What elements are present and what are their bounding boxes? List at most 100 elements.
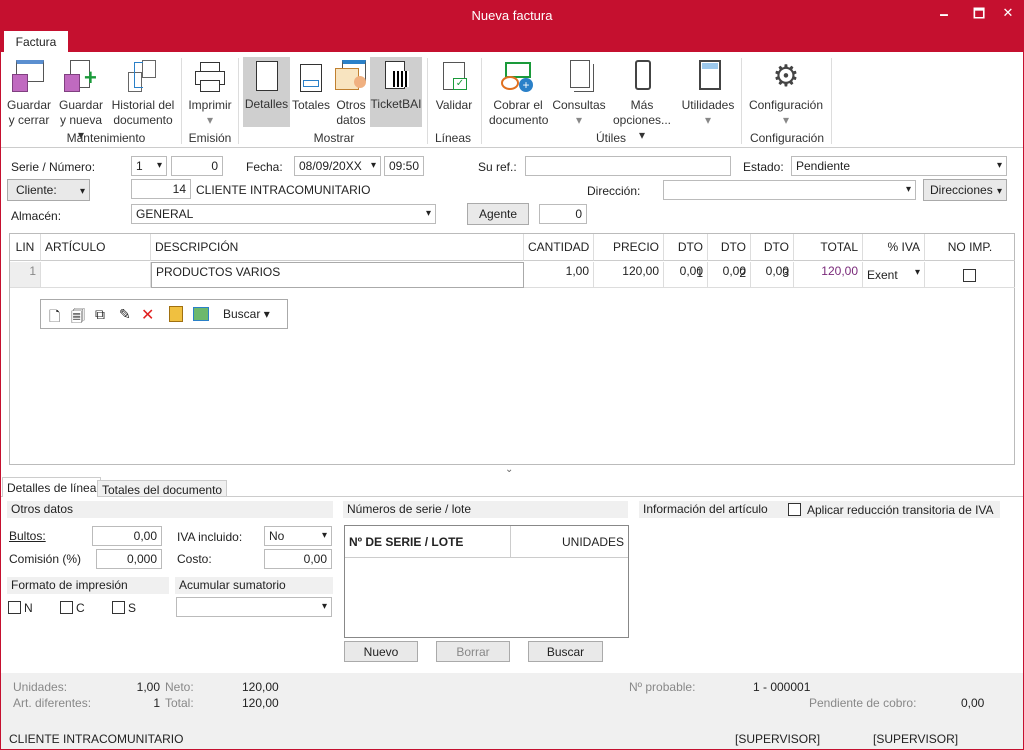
col-iva[interactable]: % IVA <box>863 234 925 261</box>
direccion-label: Dirección: <box>587 184 641 198</box>
cliente-code-input[interactable]: 14 <box>131 179 191 199</box>
group-lineas: Líneas <box>434 131 472 145</box>
save-close-icon <box>12 60 46 94</box>
col-dto1[interactable]: DTO 1 <box>664 234 708 280</box>
formato-s-checkbox[interactable] <box>112 601 125 614</box>
window-title: Nueva factura <box>471 8 553 23</box>
group-utiles: Útiles <box>595 131 626 145</box>
mobile-icon <box>625 60 659 94</box>
bultos-input[interactable]: 0,00 <box>92 526 162 546</box>
cliente-name: CLIENTE INTRACOMUNITARIO <box>196 183 371 197</box>
notes-icon[interactable] <box>169 306 183 322</box>
hora-input[interactable]: 09:50 <box>384 156 424 176</box>
status-user-1: [SUPERVISOR] <box>735 732 821 746</box>
detalles-button[interactable]: Detalles <box>243 57 290 127</box>
col-cantidad[interactable]: CANTIDAD <box>524 234 594 261</box>
cliente-button[interactable]: Cliente: <box>7 179 90 202</box>
col-precio[interactable]: PRECIO <box>594 234 664 261</box>
borrar-button[interactable]: Borrar <box>436 641 510 662</box>
serie-label: Serie / Número: <box>11 160 96 174</box>
printer-icon <box>193 60 227 94</box>
agente-button[interactable]: Agente <box>467 203 529 225</box>
suref-label: Su ref.: <box>478 160 517 174</box>
utilidades-button[interactable]: Utilidades ▾ <box>681 58 735 128</box>
col-lin[interactable]: LIN <box>10 234 41 261</box>
close-button[interactable]: ✕ <box>998 5 1018 21</box>
formato-c-checkbox[interactable] <box>60 601 73 614</box>
costo-input[interactable]: 0,00 <box>264 549 332 569</box>
other-data-icon <box>334 60 368 94</box>
status-cliente: CLIENTE INTRACOMUNITARIO <box>9 732 184 746</box>
title-bar: Nueva factura 🗕 🗖 ✕ Factura <box>0 0 1024 53</box>
imprimir-button[interactable]: Imprimir ▾ <box>187 58 233 128</box>
buscar-button[interactable]: Buscar <box>528 641 603 662</box>
fecha-label: Fecha: <box>246 160 283 174</box>
col-descripcion[interactable]: DESCRIPCIÓN <box>151 234 524 261</box>
agente-input[interactable]: 0 <box>539 204 587 224</box>
delete-line-icon[interactable]: ✕ <box>141 305 154 325</box>
acumular-select[interactable] <box>176 597 332 617</box>
grid-toolbar: 🗋 🗐 ⧉ ✎ ✕ Buscar ▾ <box>40 299 288 329</box>
serie-select[interactable]: 1 <box>131 156 167 176</box>
new-line-icon[interactable]: 🗋 <box>49 306 60 330</box>
col-dto3[interactable]: DTO 3 <box>751 234 794 280</box>
totals-icon <box>294 60 328 94</box>
tab-totales-documento[interactable]: Totales del documento <box>97 480 228 497</box>
comision-input[interactable]: 0,000 <box>96 549 162 569</box>
reduccion-iva-checkbox[interactable] <box>788 503 801 516</box>
consultas-button[interactable]: Consultas ▾ <box>551 58 607 128</box>
direcciones-button[interactable]: Direcciones <box>923 179 1007 202</box>
edit-line-icon[interactable]: ✎ <box>119 306 131 323</box>
direccion-select[interactable] <box>663 180 916 200</box>
almacen-select[interactable]: GENERAL <box>131 204 436 224</box>
group-mantenimiento: Mantenimiento <box>66 131 146 145</box>
estado-select[interactable]: Pendiente <box>791 156 1007 176</box>
col-noimp[interactable]: NO IMP. <box>925 234 1015 261</box>
splitter-chevron-icon[interactable]: ⌄ <box>505 464 513 475</box>
iva-incluido-select[interactable]: No <box>264 526 332 546</box>
details-icon <box>250 59 284 93</box>
otros-datos-button[interactable]: Otros datos <box>333 58 369 128</box>
col-total[interactable]: TOTAL <box>794 234 863 261</box>
nuevo-button[interactable]: Nuevo <box>344 641 418 662</box>
group-configuracion: Configuración <box>749 131 825 145</box>
acumular-header: Acumular sumatorio <box>175 577 333 594</box>
guardar-cerrar-button[interactable]: Guardar y cerrar <box>7 58 51 128</box>
totales-button[interactable]: Totales <box>291 58 331 113</box>
unidades-value: 1,00 <box>136 680 160 694</box>
tab-detalles-linea[interactable]: Detalles de línea <box>2 477 102 497</box>
configuracion-button[interactable]: ⚙ Configuración ▾ <box>747 58 825 128</box>
formato-header: Formato de impresión <box>7 577 169 594</box>
tab-factura[interactable]: Factura <box>4 31 68 53</box>
iva-incluido-label: IVA incluido: <box>177 530 243 544</box>
gear-icon: ⚙ <box>772 60 800 93</box>
maximize-button[interactable]: 🗖 <box>969 5 989 27</box>
fecha-input[interactable]: 08/09/20XX <box>294 156 381 176</box>
qr-ticket-icon <box>379 59 413 93</box>
noimp-checkbox[interactable] <box>963 269 976 282</box>
buscar-dropdown[interactable]: Buscar ▾ <box>223 307 270 321</box>
art-value: 1 <box>153 696 160 710</box>
group-mostrar: Mostrar <box>313 131 355 145</box>
otros-datos-header: Otros datos <box>7 501 333 518</box>
formato-n-checkbox[interactable] <box>8 601 21 614</box>
historial-button[interactable]: Historial del documento <box>110 58 176 128</box>
col-serie[interactable]: Nº DE SERIE / LOTE <box>345 526 511 558</box>
minimize-button[interactable]: 🗕 <box>934 5 954 27</box>
ticketbai-button[interactable]: TicketBAI <box>370 57 422 127</box>
col-dto2[interactable]: DTO 2 <box>708 234 751 280</box>
cobrar-button[interactable]: + Cobrar el documento <box>489 58 548 128</box>
insert-line-icon[interactable]: 🗐 <box>71 306 85 330</box>
estado-label: Estado: <box>743 160 784 174</box>
suref-input[interactable] <box>525 156 731 176</box>
col-unidades[interactable]: UNIDADES <box>511 526 628 558</box>
numero-input[interactable]: 0 <box>171 156 223 176</box>
validar-button[interactable]: ✓ Validar <box>432 58 476 113</box>
history-icon <box>126 60 160 94</box>
save-new-icon: + <box>64 60 98 94</box>
col-articulo[interactable]: ARTÍCULO <box>41 234 151 261</box>
group-emision: Emisión <box>188 131 232 145</box>
image-icon[interactable] <box>193 307 209 321</box>
copy-line-icon[interactable]: ⧉ <box>95 306 105 323</box>
neto-value: 120,00 <box>242 680 279 694</box>
